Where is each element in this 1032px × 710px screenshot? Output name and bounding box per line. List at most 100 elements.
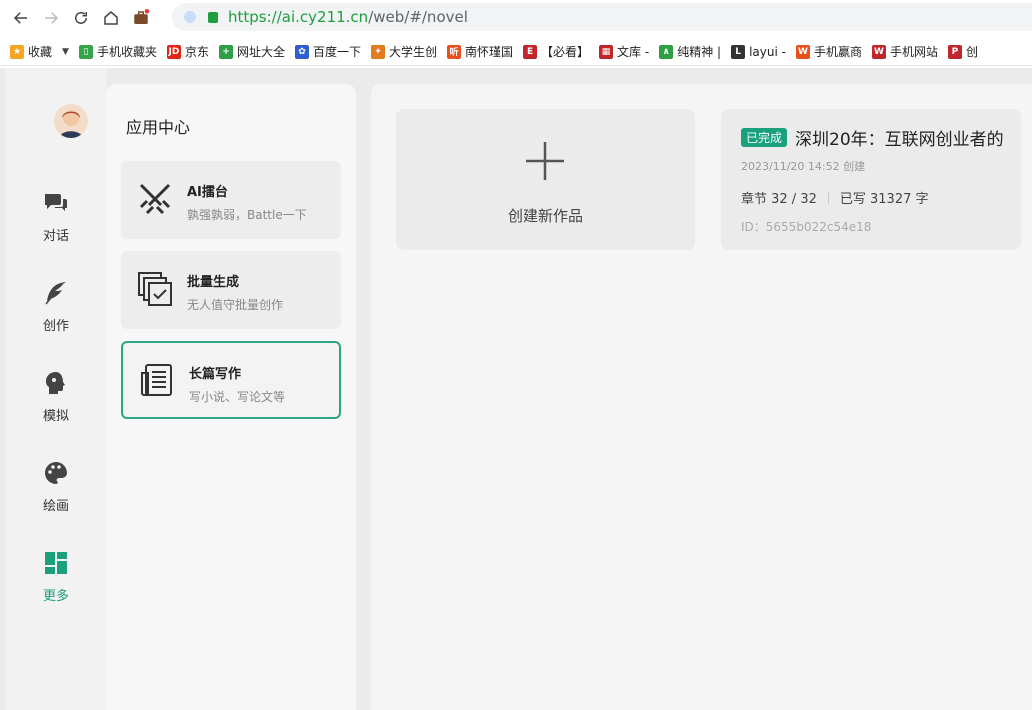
bookmark-label: 网址大全 <box>236 45 285 59</box>
palette-icon <box>43 460 69 495</box>
status-badge: 已完成 <box>741 128 788 147</box>
app-area: 对话创作模拟绘画更多 应用中心 AI擂台孰强孰弱，Battle一下 批量生成无人值… <box>0 68 1032 710</box>
left-rail: 对话创作模拟绘画更多 <box>6 68 106 710</box>
wn-icon: W <box>795 44 810 59</box>
bookmark-item[interactable]: + 网址大全 <box>218 43 285 60</box>
rail-item-label: 对话 <box>42 229 69 244</box>
url-host: ai.cy211.cn <box>281 8 369 26</box>
jd-icon: JD <box>166 44 181 59</box>
chat-icon <box>43 190 69 225</box>
briefcase-icon[interactable] <box>126 3 156 33</box>
lock-icon <box>208 11 218 23</box>
address-bar[interactable]: https://ai.cy211.cn/web/#/novel <box>172 3 1032 31</box>
swords-icon <box>137 181 173 217</box>
app-card-title: 长篇写作 <box>189 367 242 382</box>
panel-title: 应用中心 <box>126 118 191 137</box>
scroll-icon <box>139 363 175 399</box>
bookmark-item[interactable]: ▯ 手机收藏夹 <box>78 43 157 60</box>
bookmark-item[interactable]: W 手机赢商 <box>795 43 862 60</box>
e-icon: E <box>523 44 538 59</box>
rail-item-label: 模拟 <box>42 409 69 424</box>
bookmark-item[interactable]: ★ 收藏 <box>10 43 52 60</box>
phone-icon: ▯ <box>78 44 93 59</box>
plus-circle-icon: + <box>218 44 233 59</box>
rail-item-label: 绘画 <box>42 499 69 514</box>
bookmark-label: 收藏 <box>28 45 53 59</box>
w-icon: W <box>871 44 886 59</box>
work-id: ID：5655b022c54e18 <box>741 220 872 234</box>
app-card-subtitle: 孰强孰弱，Battle一下 <box>187 208 307 222</box>
compass-icon: ∧ <box>659 44 674 59</box>
app-card-0[interactable]: AI擂台孰强孰弱，Battle一下 <box>121 161 341 239</box>
plus-icon <box>526 142 564 180</box>
bookmark-item[interactable]: 听南怀瑾国 <box>447 43 513 60</box>
bookmark-item[interactable]: ▦ 文库 - <box>599 43 649 60</box>
bookmark-label: 【必看】 <box>541 45 590 59</box>
rail-item-4[interactable]: 更多 <box>6 550 106 604</box>
reload-icon[interactable] <box>66 3 96 33</box>
bookmark-item[interactable]: ✦ 大学生创 <box>371 43 437 60</box>
url-protocol: https:// <box>228 8 282 26</box>
site-info-icon[interactable] <box>184 11 196 23</box>
bookmark-item[interactable]: W 手机网站 <box>871 43 938 60</box>
bookmarks-bar: ★ 收藏 ▼ ▯ 手机收藏夹 JD 京东 + 网址大全 ✿ 百度一下 ✦ 大学生创听南怀瑾国 E 【必看】 ▦… <box>0 38 1032 66</box>
app-card-subtitle: 无人值守批量创作 <box>187 298 284 312</box>
bookmark-label: 创 <box>965 45 978 59</box>
star-icon: ★ <box>10 44 24 59</box>
url-path: /web/#/novel <box>368 8 468 26</box>
feather-icon <box>43 280 69 315</box>
flame-icon: ✦ <box>371 44 385 59</box>
layui-icon: L <box>731 44 746 59</box>
rail-item-0[interactable]: 对话 <box>6 190 106 244</box>
head-icon <box>43 370 69 405</box>
rail-item-1[interactable]: 创作 <box>6 280 106 334</box>
main-content: 创建新作品 已完成 深圳20年：互联网创业者的 2023/11/20 14:52… <box>371 84 1032 710</box>
app-card-1[interactable]: 批量生成无人值守批量创作 <box>121 251 341 329</box>
batch-check-icon <box>137 271 173 307</box>
app-card-title: AI擂台 <box>187 185 228 200</box>
browser-toolbar: https://ai.cy211.cn/web/#/novel <box>0 0 1032 36</box>
app-center-panel: 应用中心 AI擂台孰强孰弱，Battle一下 批量生成无人值守批量创作 长篇写作写小… <box>106 84 356 710</box>
ting-icon: 听 <box>447 44 462 59</box>
forward-icon[interactable] <box>36 3 66 33</box>
bookmark-label: 纯精神 | <box>677 45 722 59</box>
bookmark-label: 百度一下 <box>312 45 361 59</box>
work-stats: 章节 32 / 32 已写 31327 字 <box>741 188 929 207</box>
chevron-down-icon[interactable]: ▼ <box>62 47 69 57</box>
work-created-time: 2023/11/20 14:52 创建 <box>741 160 866 173</box>
grid-icon <box>43 550 69 585</box>
rail-item-label: 更多 <box>42 589 69 604</box>
bookmark-label: 京东 <box>184 45 209 59</box>
app-card-title: 批量生成 <box>187 275 240 290</box>
bookmark-label: layui - <box>749 44 786 59</box>
app-card-2[interactable]: 长篇写作写小说、写论文等 <box>121 341 341 419</box>
bookmark-item[interactable]: ✿ 百度一下 <box>294 43 361 60</box>
work-title: 深圳20年：互联网创业者的 <box>795 130 1004 150</box>
bookmark-label: 手机网站 <box>889 45 938 59</box>
bookmark-item[interactable]: P创 <box>947 43 978 60</box>
pp-icon: P <box>947 44 962 59</box>
create-new-work-card[interactable]: 创建新作品 <box>396 109 695 250</box>
bookmark-item[interactable]: E 【必看】 <box>523 43 589 60</box>
rail-item-label: 创作 <box>42 319 69 334</box>
avatar[interactable] <box>54 104 88 138</box>
word-count: 已写 31327 字 <box>839 192 929 207</box>
bookmark-label: 手机赢商 <box>813 45 862 59</box>
rail-item-2[interactable]: 模拟 <box>6 370 106 424</box>
create-new-work-label: 创建新作品 <box>507 207 583 225</box>
app-card-subtitle: 写小说、写论文等 <box>189 390 286 404</box>
bookmark-label: 南怀瑾国 <box>465 45 514 59</box>
baidu-icon: ✿ <box>294 44 309 59</box>
stats-divider <box>827 191 829 204</box>
work-card[interactable]: 已完成 深圳20年：互联网创业者的 2023/11/20 14:52 创建 章节… <box>721 109 1021 250</box>
bookmark-item[interactable]: Llayui - <box>731 44 786 59</box>
home-icon[interactable] <box>96 3 126 33</box>
chapter-count: 章节 32 / 32 <box>741 192 817 207</box>
bookmark-item[interactable]: JD 京东 <box>166 43 209 60</box>
back-icon[interactable] <box>6 3 36 33</box>
bookmark-item[interactable]: ∧ 纯精神 | <box>659 43 721 60</box>
rail-item-3[interactable]: 绘画 <box>6 460 106 514</box>
bookmark-label: 文库 - <box>617 45 650 59</box>
bookmark-label: 手机收藏夹 <box>96 45 157 59</box>
wenku-icon: ▦ <box>599 44 614 59</box>
